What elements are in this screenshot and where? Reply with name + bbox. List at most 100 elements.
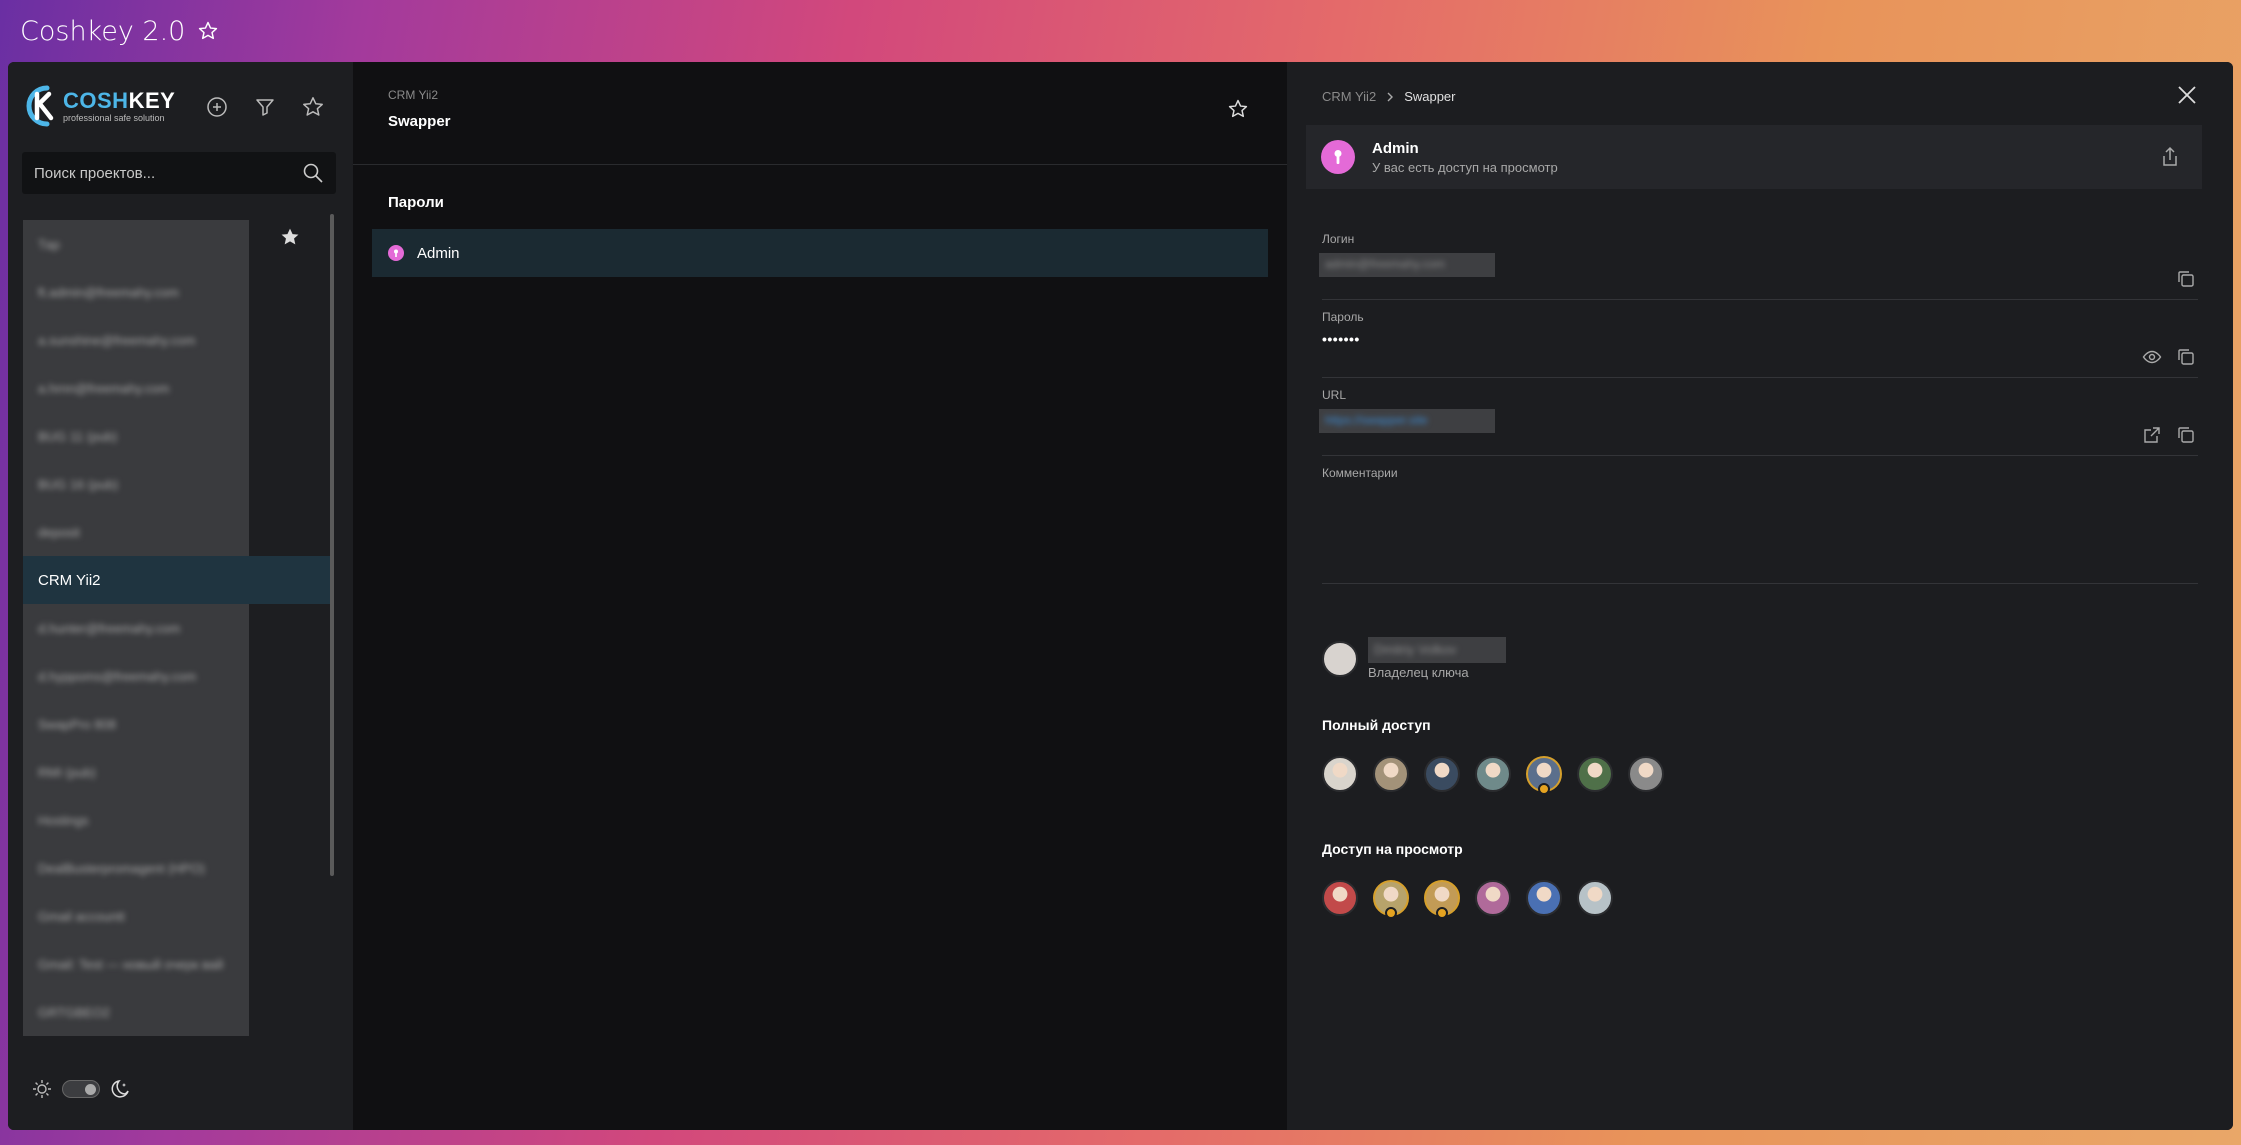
key-icon [388, 245, 404, 261]
project-label: RMI (pub) [38, 764, 96, 780]
avatar[interactable] [1577, 756, 1613, 792]
favorites-button[interactable] [300, 94, 326, 120]
badge-icon [1538, 783, 1550, 795]
password-value: ••••••• [1322, 331, 1360, 347]
view-access-avatars [1322, 880, 1613, 919]
sidebar-project-item[interactable]: d.hyppoms@freemahy.com [23, 652, 249, 700]
eye-icon[interactable] [2142, 347, 2162, 367]
avatar[interactable] [1475, 756, 1511, 792]
plus-circle-icon [207, 97, 227, 117]
owner-name: Dmitriy Volkov [1374, 642, 1457, 657]
url-label: URL [1322, 388, 1347, 402]
avatar[interactable] [1424, 756, 1460, 792]
project-label: a.sunshine@freemahy.com [38, 332, 196, 348]
logo-name: COSHKEY [63, 87, 176, 113]
add-project-button[interactable] [204, 94, 230, 120]
url-value[interactable]: https://swapper.site [1325, 413, 1428, 427]
password-name: Admin [417, 244, 460, 262]
sidebar-project-item[interactable]: BUG 16 (pub) [23, 460, 249, 508]
sidebar-project-item[interactable]: deposit [23, 508, 249, 556]
sidebar-project-item[interactable]: Тар [23, 220, 249, 268]
password-row[interactable]: Admin [372, 229, 1268, 277]
star-filled-icon[interactable] [279, 226, 301, 248]
project-label: Gmail accountt [38, 908, 125, 924]
sidebar: COSHKEY professional safe solution Тар ft… [8, 62, 353, 1130]
project-label: DealBusterpromagent (HPO) [38, 860, 205, 876]
avatar[interactable] [1475, 880, 1511, 916]
full-access-title: Полный доступ [1322, 717, 1431, 733]
logo: COSHKEY professional safe solution [23, 84, 175, 128]
avatar[interactable] [1373, 756, 1409, 792]
password-detail-panel: CRM Yii2 Swapper Admin У вас есть доступ… [1287, 62, 2233, 1130]
search-input[interactable] [34, 164, 302, 182]
sidebar-project-item[interactable]: a.hrnn@freemahy.com [23, 364, 249, 412]
comments-field: Комментарии [1322, 466, 2198, 584]
comments-label: Комментарии [1322, 466, 1398, 480]
avatar[interactable] [1322, 640, 1358, 677]
avatar[interactable] [1628, 756, 1664, 792]
avatar[interactable] [1373, 880, 1409, 919]
sidebar-project-item[interactable]: GRTGBEO2 [23, 988, 249, 1036]
avatar[interactable] [1526, 756, 1562, 795]
project-label: deposit [38, 524, 80, 540]
project-label: a.hrnn@freemahy.com [38, 380, 170, 396]
login-label: Логин [1322, 232, 1355, 246]
close-button[interactable] [2176, 84, 2198, 111]
sun-icon[interactable] [32, 1079, 52, 1099]
project-label: GRTGBEO2 [38, 1004, 111, 1020]
app-window: COSHKEY professional safe solution Тар ft… [8, 62, 2233, 1130]
badge-icon [1385, 907, 1397, 919]
avatar[interactable] [1577, 880, 1613, 916]
copy-icon[interactable] [2176, 425, 2196, 445]
search-icon[interactable] [302, 162, 324, 184]
logo-mark-icon [26, 85, 54, 127]
star-icon [1228, 99, 1248, 118]
avatar[interactable] [1322, 756, 1358, 792]
project-label: BUG 16 (pub) [38, 476, 119, 492]
filter-button[interactable] [252, 94, 278, 120]
star-icon [303, 97, 323, 116]
sidebar-project-item[interactable]: Gmail: Test — новый очерк вай [23, 940, 249, 988]
sidebar-project-item[interactable]: DealBusterpromagent (HPO) [23, 844, 249, 892]
project-label: Hostings [38, 812, 89, 828]
project-label: d.hyppoms@freemahy.com [38, 668, 197, 684]
sidebar-project-item[interactable]: Gmail accountt [23, 892, 249, 940]
sidebar-project-item[interactable]: RMI (pub) [23, 748, 249, 796]
copy-icon[interactable] [2176, 269, 2196, 289]
sidebar-scrollbar[interactable] [330, 214, 334, 876]
avatar[interactable] [1526, 880, 1562, 916]
sidebar-project-item[interactable]: ft.admin@freemahy.com [23, 268, 249, 316]
favorite-button[interactable] [1227, 98, 1249, 125]
copy-icon[interactable] [2176, 347, 2196, 367]
star-icon[interactable] [197, 20, 219, 42]
key-owner: Dmitriy Volkov Владелец ключа [1322, 637, 1506, 680]
share-button[interactable] [2160, 146, 2180, 173]
app-titlebar: Coshkey 2.0 [0, 0, 2241, 62]
comments-value [1322, 487, 2198, 509]
avatar[interactable] [1424, 880, 1460, 919]
breadcrumb[interactable]: CRM Yii2 [388, 88, 438, 102]
breadcrumb: CRM Yii2 Swapper [1322, 89, 1456, 104]
sidebar-project-item[interactable]: CRM Yii2 [23, 556, 333, 604]
logo-tagline: professional safe solution [63, 112, 165, 123]
entry-name: Admin [1372, 139, 1419, 157]
project-label: Gmail: Test — новый очерк вай [38, 956, 224, 972]
password-label: Пароль [1322, 310, 1364, 324]
moon-icon[interactable] [110, 1078, 132, 1100]
sidebar-project-item[interactable]: d.hunter@freemahy.com [23, 604, 249, 652]
sidebar-project-item[interactable]: a.sunshine@freemahy.com [23, 316, 249, 364]
project-label: SwapPro 808 [38, 716, 117, 732]
section-title: Пароли [388, 194, 444, 211]
close-icon [2178, 86, 2196, 104]
key-icon [1321, 140, 1355, 174]
sidebar-project-item[interactable]: Hostings [23, 796, 249, 844]
sidebar-project-item[interactable]: SwapPro 808 [23, 700, 249, 748]
external-link-icon[interactable] [2142, 425, 2162, 445]
project-label: d.hunter@freemahy.com [38, 620, 181, 636]
theme-toggle[interactable] [62, 1080, 100, 1098]
sidebar-project-item[interactable]: BUG 11 (pub) [23, 412, 249, 460]
password-field: Пароль ••••••• [1322, 310, 2198, 378]
breadcrumb-parent[interactable]: CRM Yii2 [1322, 89, 1376, 104]
avatar[interactable] [1322, 880, 1358, 916]
app-title: Coshkey 2.0 [20, 15, 186, 47]
